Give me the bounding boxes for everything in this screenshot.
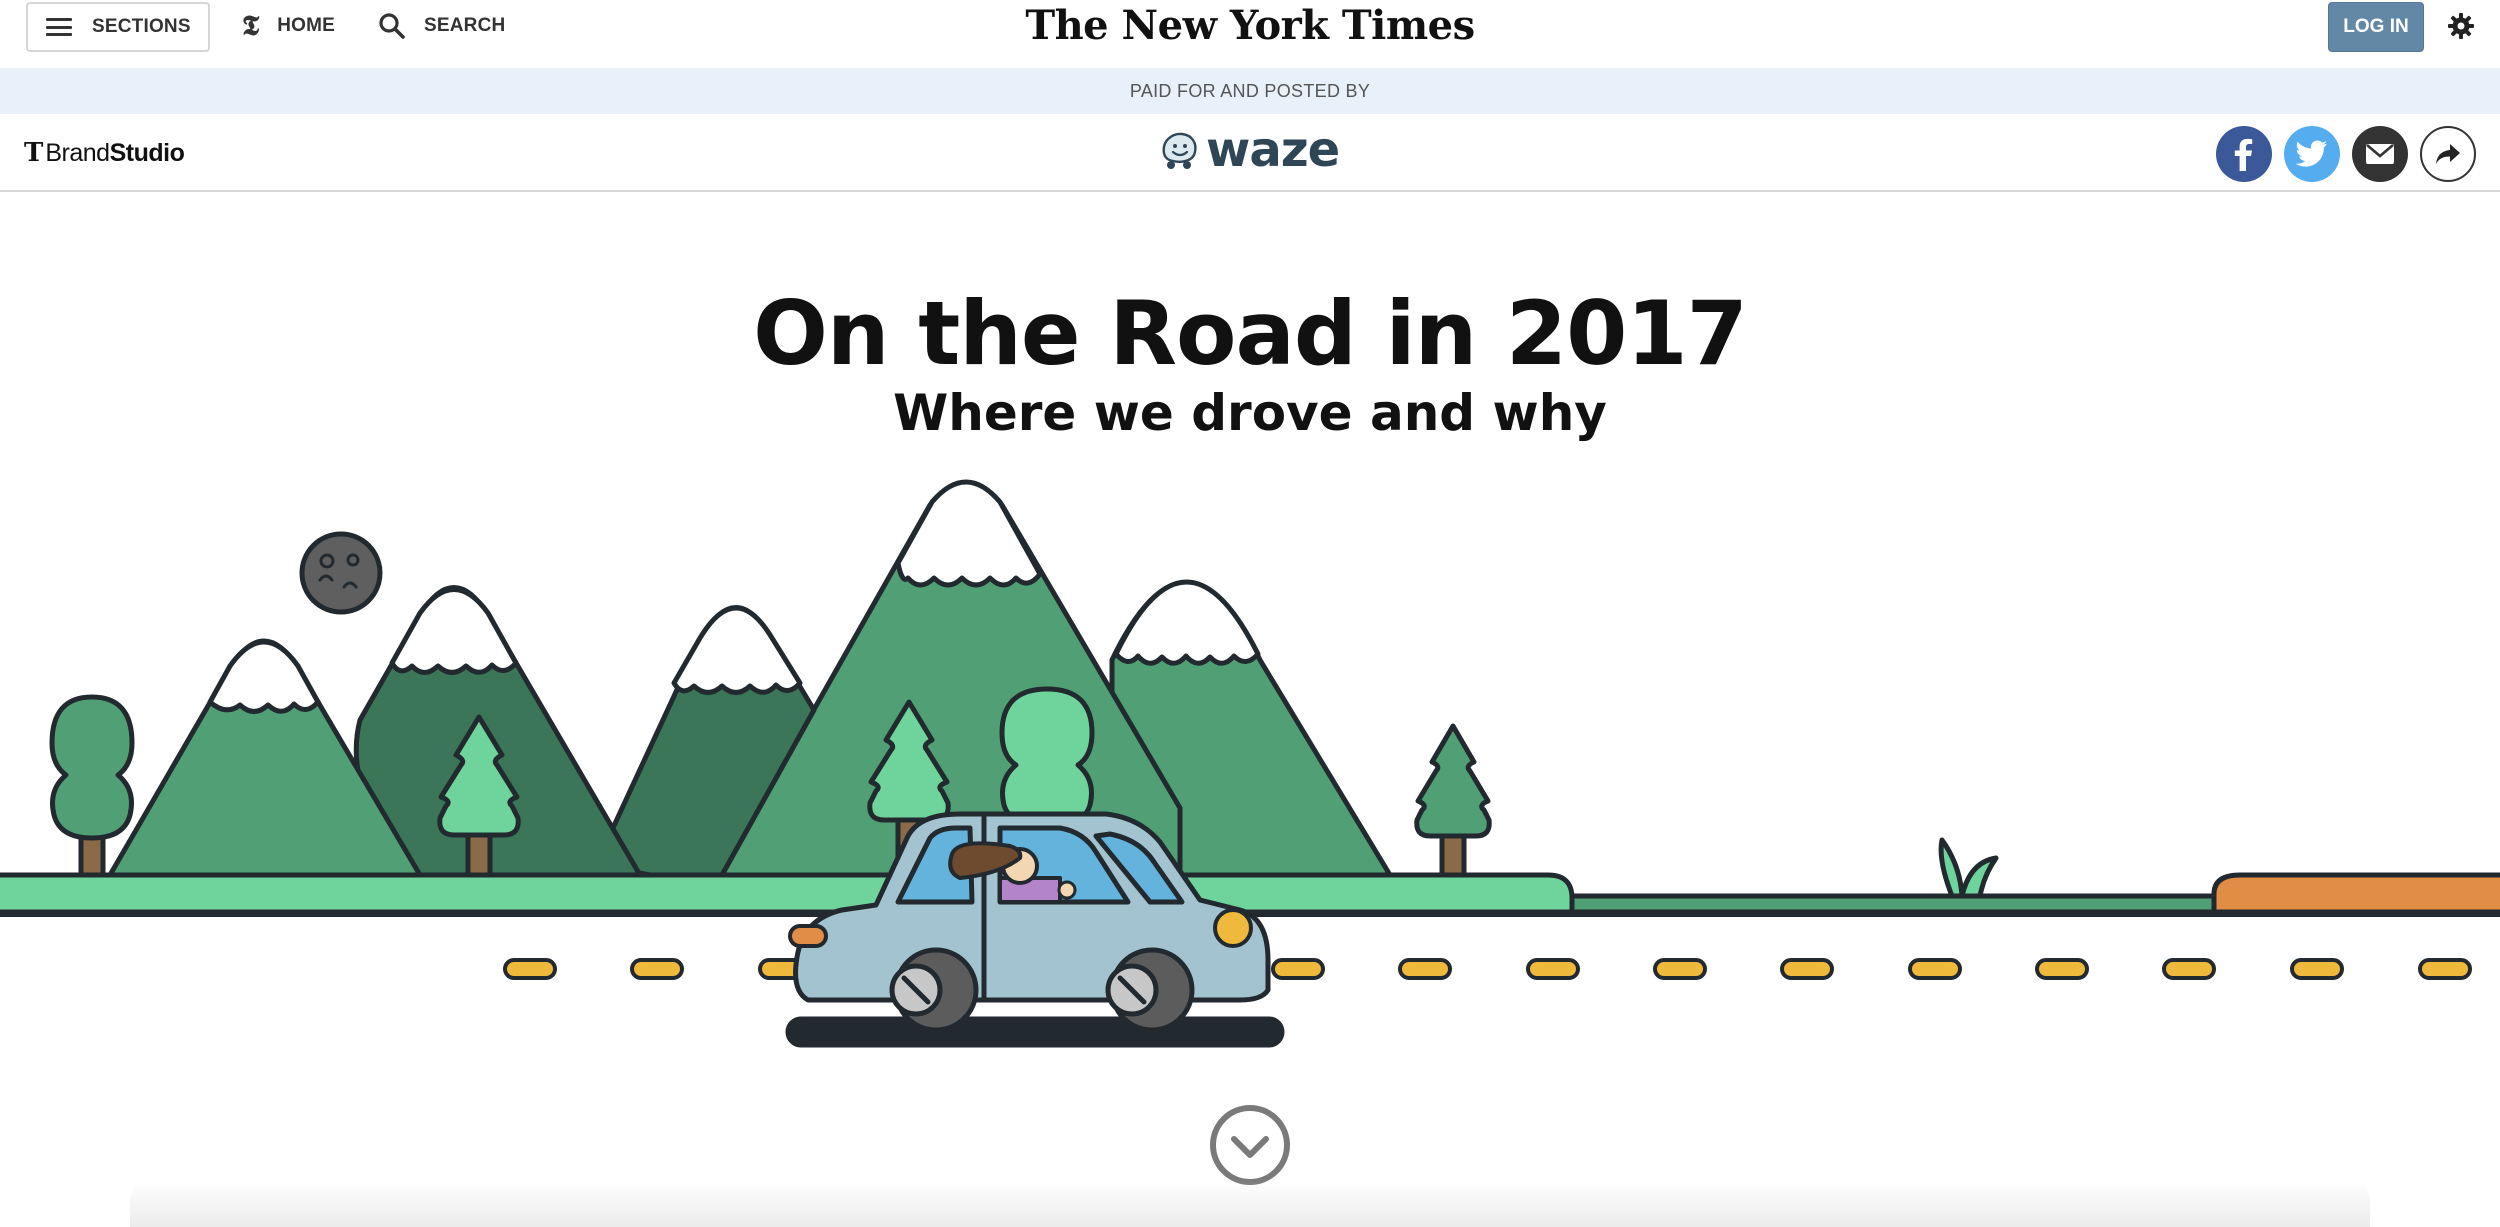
brand-bar: T Brand Studio waze <box>0 114 2500 192</box>
road-trip-illustration <box>0 479 2500 1048</box>
gear-icon[interactable] <box>2447 12 2475 40</box>
brand-studio-brand: Brand <box>45 139 110 167</box>
grass-tuft <box>1938 837 1999 899</box>
chevron-down-circle-icon[interactable] <box>1208 1103 1292 1187</box>
car-wheel-front <box>1105 947 1195 1033</box>
waze-sponsor-logo[interactable]: waze <box>1158 122 1340 178</box>
facebook-share-button[interactable] <box>2216 126 2272 182</box>
top-navigation: SECTIONS 𝕿 HOME SEARCH The New York Time… <box>0 0 2500 68</box>
share-arrow-icon <box>2436 144 2460 164</box>
email-share-button[interactable] <box>2352 126 2408 182</box>
login-button[interactable]: LOG IN <box>2328 2 2424 52</box>
share-buttons <box>2216 126 2476 182</box>
grass-strip-dark <box>1569 893 2223 915</box>
waze-wordmark: waze <box>1206 122 1340 178</box>
more-share-button[interactable] <box>2420 126 2476 182</box>
paid-post-label: PAID FOR AND POSTED BY <box>1129 80 1371 101</box>
tree-right <box>1414 723 1492 878</box>
orange-ground <box>2211 872 2500 915</box>
twitter-icon <box>2296 140 2327 167</box>
nyt-masthead-logo[interactable]: The New York Times <box>0 2 2500 49</box>
paid-post-band: PAID FOR AND POSTED BY <box>0 68 2500 114</box>
brand-studio-logo[interactable]: T Brand Studio <box>24 138 185 168</box>
facebook-icon <box>2234 138 2253 171</box>
email-icon <box>2366 144 2394 164</box>
twitter-share-button[interactable] <box>2284 126 2340 182</box>
hero-title: On the Road in 2017 <box>753 282 1748 385</box>
grass-strip <box>0 872 1575 915</box>
brand-studio-t: T <box>24 138 44 168</box>
hero-subtitle: Where we drove and why <box>893 384 1607 442</box>
moon-icon <box>299 531 383 615</box>
waze-ghost-icon <box>1162 132 1197 169</box>
brand-studio-studio: Studio <box>109 139 185 167</box>
content-card-edge <box>130 1180 2370 1227</box>
tree-far-left <box>49 694 135 878</box>
car-wheel-rear <box>889 947 979 1033</box>
